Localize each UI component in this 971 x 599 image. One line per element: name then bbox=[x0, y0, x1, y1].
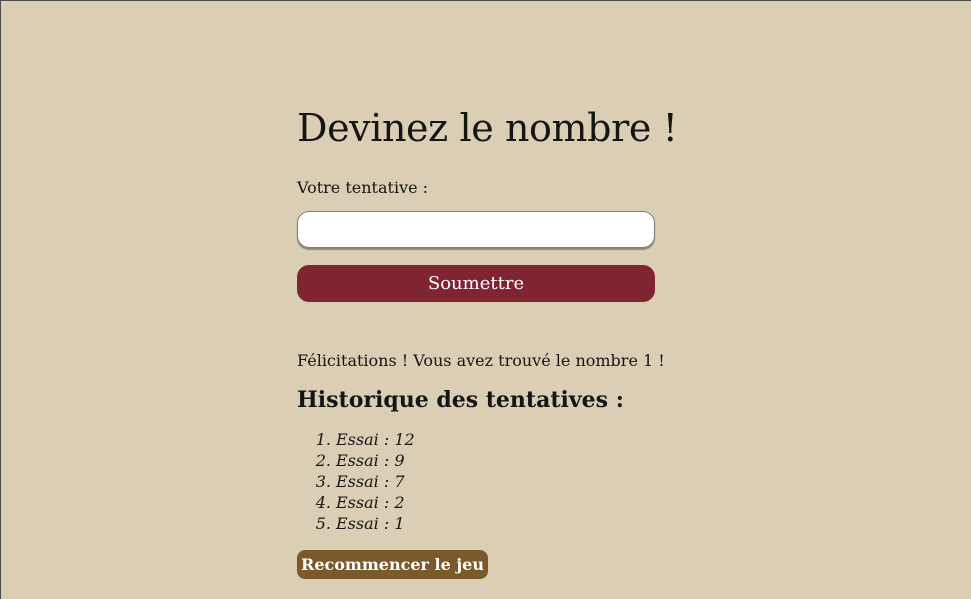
history-list: 1. Essai : 12 2. Essai : 9 3. Essai : 7 4. E… bbox=[297, 429, 497, 534]
history-item: 4. Essai : 2 bbox=[297, 492, 497, 513]
history-item: 3. Essai : 7 bbox=[297, 471, 497, 492]
history-item-text: Essai : 7 bbox=[336, 472, 405, 491]
history-item-number: 3. bbox=[315, 472, 331, 491]
guess-label: Votre tentative : bbox=[297, 178, 429, 197]
history-item-text: Essai : 12 bbox=[336, 430, 415, 449]
history-item: 2. Essai : 9 bbox=[297, 450, 497, 471]
history-item-text: Essai : 1 bbox=[336, 514, 405, 533]
game-container: Devinez le nombre ! Votre tentative : So… bbox=[297, 104, 678, 579]
history-item: 5. Essai : 1 bbox=[297, 513, 497, 534]
history-item-number: 2. bbox=[315, 451, 331, 470]
history-item: 1. Essai : 12 bbox=[297, 429, 497, 450]
restart-button[interactable]: Recommencer le jeu bbox=[297, 550, 488, 579]
success-message: Félicitations ! Vous avez trouvé le nomb… bbox=[297, 351, 665, 370]
history-item-text: Essai : 2 bbox=[336, 493, 405, 512]
history-item-number: 1. bbox=[315, 430, 331, 449]
history-item-number: 4. bbox=[315, 493, 331, 512]
guess-input[interactable] bbox=[297, 211, 655, 248]
history-item-number: 5. bbox=[315, 514, 331, 533]
history-title: Historique des tentatives : bbox=[297, 387, 624, 413]
submit-button[interactable]: Soumettre bbox=[297, 265, 655, 302]
history-item-text: Essai : 9 bbox=[336, 451, 405, 470]
page-title: Devinez le nombre ! bbox=[297, 106, 678, 150]
